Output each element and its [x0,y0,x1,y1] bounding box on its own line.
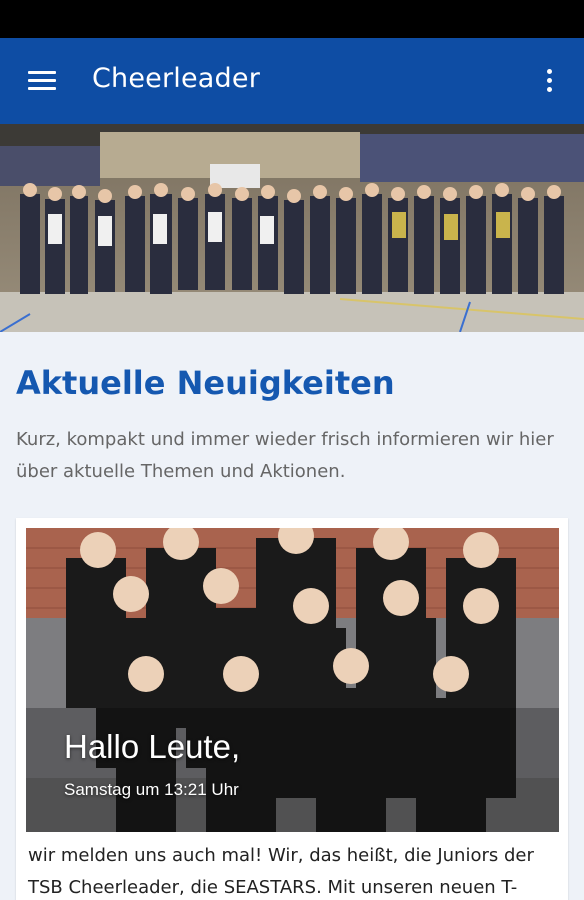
status-bar [0,0,584,38]
news-card-title: Hallo Leute, [64,728,241,765]
news-card[interactable]: Hallo Leute, Samstag um 13:21 Uhr wir me… [16,518,568,900]
more-vert-icon[interactable] [538,66,562,96]
app-bar: Cheerleader [0,38,584,124]
news-card-date: Samstag um 13:21 Uhr [64,780,239,799]
hamburger-menu-icon[interactable] [26,68,60,94]
section-title: Aktuelle Neuigkeiten [16,364,395,402]
news-card-photo: Hallo Leute, Samstag um 13:21 Uhr [26,528,559,832]
section-description: Kurz, kompakt und immer wieder frisch in… [16,429,554,482]
news-card-excerpt: wir melden uns auch mal! Wir, das heißt,… [28,845,534,898]
app-title: Cheerleader [92,63,260,94]
hero-team-photo [0,124,584,332]
